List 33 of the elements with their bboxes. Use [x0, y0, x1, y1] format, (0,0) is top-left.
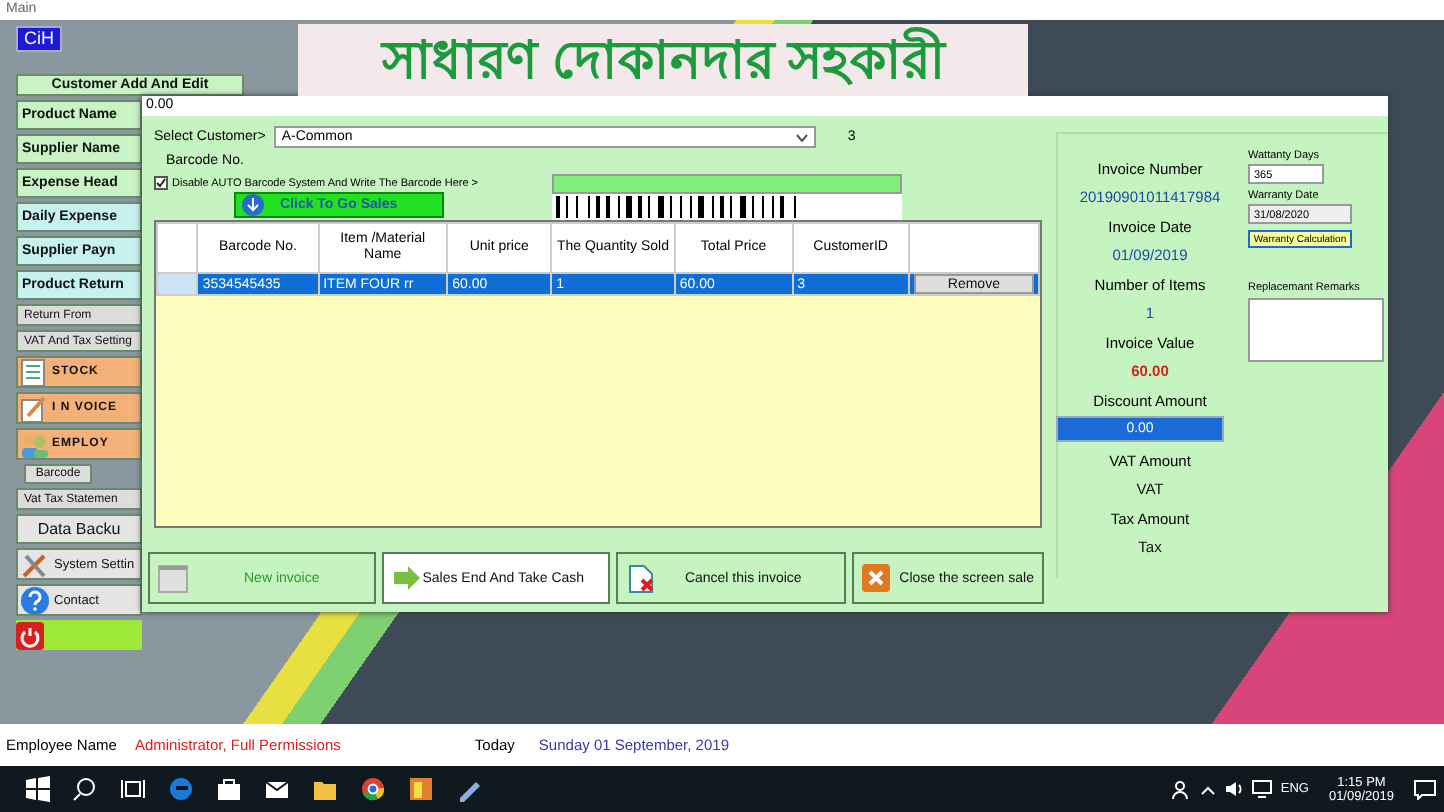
people-icon: [1172, 779, 1193, 799]
pen-icon[interactable]: [455, 776, 481, 802]
speaker-icon: [1224, 780, 1245, 798]
folder-icon[interactable]: [311, 776, 337, 802]
pencil-paper-icon: [20, 394, 48, 422]
people-icon: [20, 430, 48, 458]
barcode-input[interactable]: [552, 174, 902, 194]
list-icon: [20, 358, 48, 386]
document-cancel-icon: [626, 563, 657, 593]
monitor-icon: [1252, 780, 1273, 798]
app-logo: CiH: [16, 26, 62, 52]
tools-icon: [20, 550, 50, 578]
notification-icon: [1414, 779, 1436, 799]
search-icon[interactable]: [71, 776, 97, 802]
down-arrow-icon: [242, 194, 264, 216]
task-view-icon[interactable]: [119, 776, 145, 802]
arrow-right-icon: [392, 563, 423, 593]
chrome-icon[interactable]: [359, 776, 385, 802]
close-icon: [861, 563, 892, 593]
sidebar-item[interactable]: Data Backu: [16, 514, 142, 544]
mail-icon[interactable]: [263, 776, 289, 802]
banner-title: সাধারণ দোকানদার সহকারী: [298, 24, 1028, 96]
checkbox[interactable]: [154, 176, 168, 190]
app-icon[interactable]: [407, 776, 433, 802]
chevron-down-icon: [795, 133, 808, 141]
windows-icon[interactable]: [23, 776, 49, 802]
window-icon: [158, 563, 188, 593]
remarks-field[interactable]: [1248, 298, 1384, 362]
bag-icon[interactable]: [215, 776, 241, 802]
power-icon[interactable]: [16, 621, 44, 649]
column-header: [908, 223, 1039, 273]
caret-up-icon: [1200, 783, 1217, 795]
help-icon: [20, 586, 50, 614]
